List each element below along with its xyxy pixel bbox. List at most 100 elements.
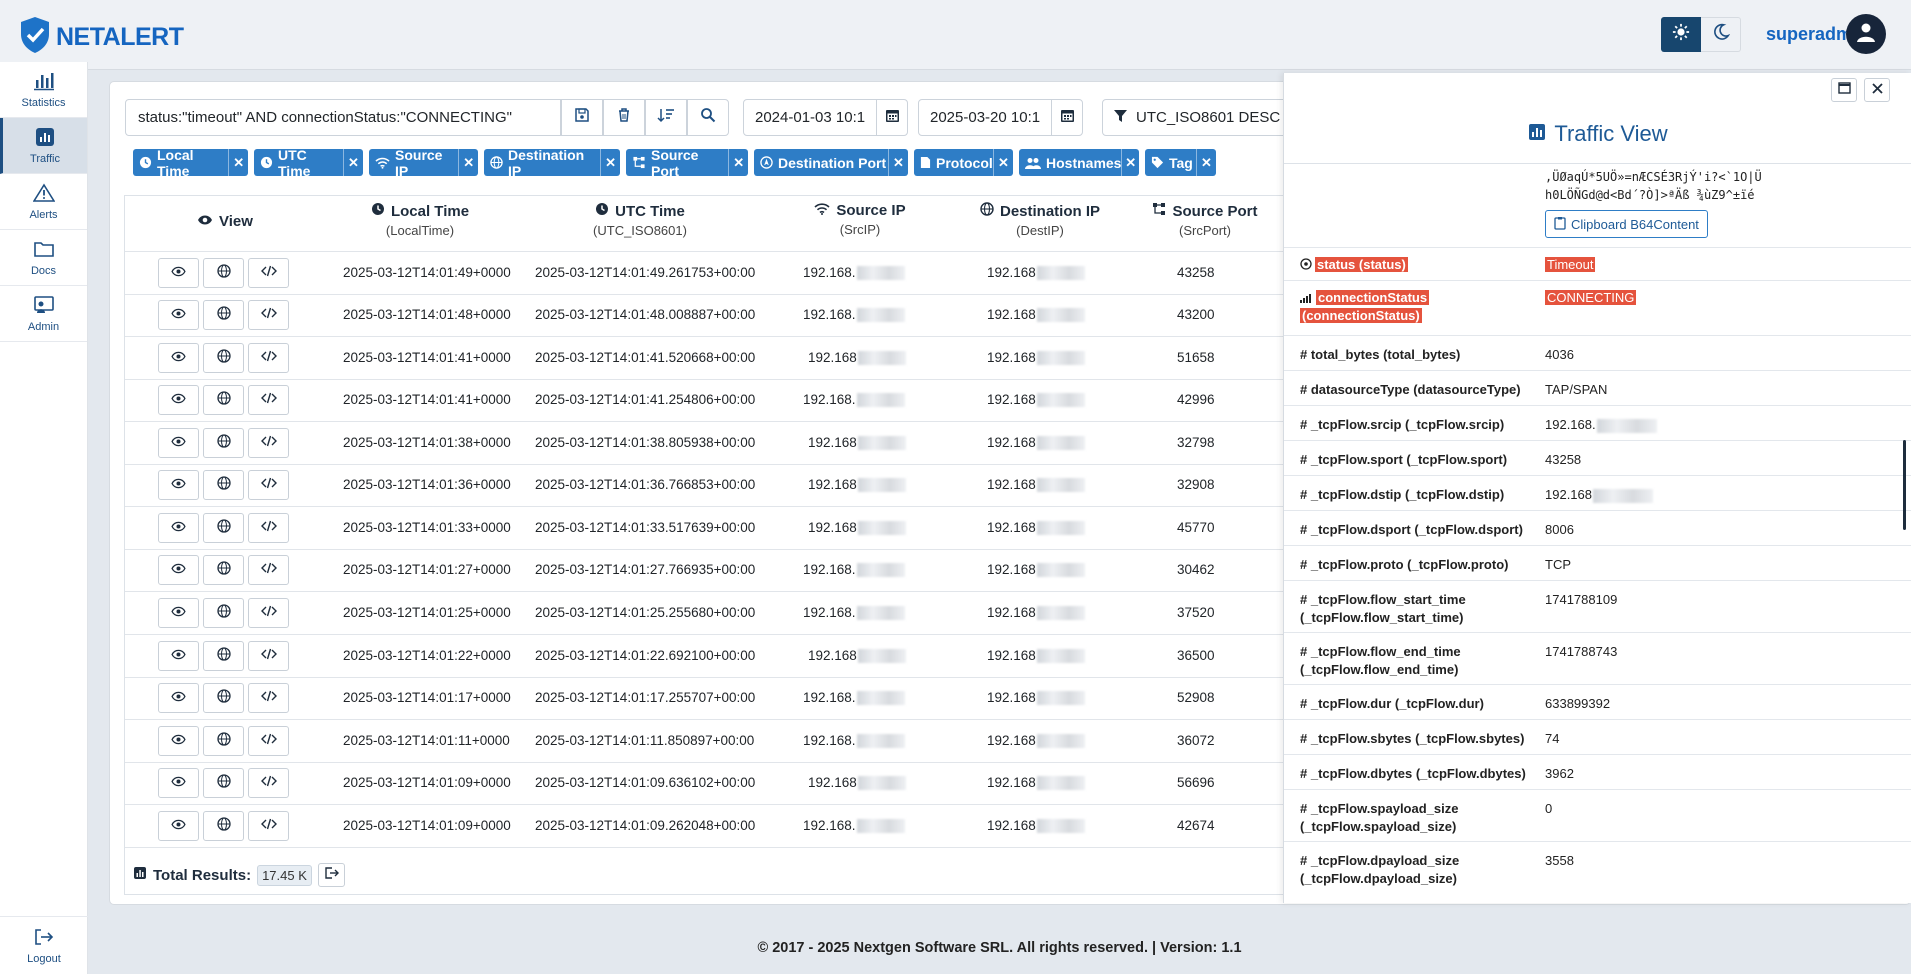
column-header-utc-time[interactable]: UTC Time (UTC_ISO8601) [540,202,740,239]
avatar[interactable] [1846,14,1886,54]
geo-button[interactable] [203,555,244,585]
table-row[interactable]: 2025-03-12T14:01:33+0000 2025-03-12T14:01… [125,507,1333,549]
view-button[interactable] [158,641,199,671]
close-icon[interactable]: ✕ [1196,149,1216,176]
dark-theme-button[interactable] [1701,17,1741,52]
table-row[interactable]: 2025-03-12T14:01:25+0000 2025-03-12T14:01… [125,592,1333,634]
view-button[interactable] [158,470,199,500]
code-button[interactable] [248,811,289,841]
column-header-source-port[interactable]: Source Port (SrcPort) [1135,202,1275,238]
close-icon[interactable]: ✕ [1121,149,1139,176]
chip-tag[interactable]: Tag ✕ [1145,149,1216,176]
table-row[interactable]: 2025-03-12T14:01:48+0000 2025-03-12T14:01… [125,294,1333,336]
date-from-picker[interactable] [876,99,908,136]
chip-protocol[interactable]: Protocol ✕ [914,149,1013,176]
table-row[interactable]: 2025-03-12T14:01:49+0000 2025-03-12T14:01… [125,252,1333,294]
logo[interactable]: NETALERT [18,15,184,60]
close-panel-button[interactable] [1864,78,1890,102]
view-button[interactable] [158,300,199,330]
sidebar-item-admin[interactable]: Admin [0,286,87,342]
table-row[interactable]: 2025-03-12T14:01:38+0000 2025-03-12T14:01… [125,422,1333,464]
view-button[interactable] [158,258,199,288]
column-header-destination-ip[interactable]: Destination IP (DestIP) [960,202,1120,238]
clear-query-button[interactable] [603,99,645,136]
table-row[interactable]: 2025-03-12T14:01:09+0000 2025-03-12T14:01… [125,805,1333,847]
date-to-input[interactable] [918,99,1052,136]
chip-source-port[interactable]: Source Port ✕ [626,147,748,179]
geo-button[interactable] [203,385,244,415]
code-button[interactable] [248,428,289,458]
code-button[interactable] [248,258,289,288]
table-row[interactable]: 2025-03-12T14:01:09+0000 2025-03-12T14:01… [125,762,1333,804]
chip-utc-time[interactable]: UTC Time ✕ [254,147,363,179]
table-row[interactable]: 2025-03-12T14:01:11+0000 2025-03-12T14:01… [125,720,1333,762]
sidebar-item-traffic[interactable]: Traffic [0,118,87,174]
light-theme-button[interactable] [1661,17,1701,52]
panel-scrollbar[interactable] [1903,440,1906,530]
geo-button[interactable] [203,726,244,756]
search-button[interactable] [687,99,729,136]
sidebar-item-alerts[interactable]: Alerts [0,174,87,230]
column-header-source-ip[interactable]: Source IP (SrcIP) [790,202,930,237]
sidebar-item-docs[interactable]: Docs [0,230,87,286]
table-row[interactable]: 2025-03-12T14:01:17+0000 2025-03-12T14:01… [125,677,1333,719]
view-button[interactable] [158,343,199,373]
maximize-button[interactable] [1831,78,1857,102]
chip-hostnames[interactable]: Hostnames ✕ [1019,149,1139,176]
code-button[interactable] [248,598,289,628]
geo-button[interactable] [203,258,244,288]
clipboard-b64-button[interactable]: Clipboard B64Content [1545,210,1708,238]
view-button[interactable] [158,555,199,585]
code-button[interactable] [248,726,289,756]
column-header-local-time[interactable]: Local Time (LocalTime) [330,202,510,238]
geo-button[interactable] [203,598,244,628]
table-row[interactable]: 2025-03-12T14:01:27+0000 2025-03-12T14:01… [125,549,1333,591]
sidebar-item-statistics[interactable]: Statistics [0,62,87,118]
geo-button[interactable] [203,513,244,543]
sort-button[interactable] [645,99,687,136]
view-button[interactable] [158,598,199,628]
close-icon[interactable]: ✕ [600,149,620,176]
table-row[interactable]: 2025-03-12T14:01:36+0000 2025-03-12T14:01… [125,464,1333,506]
code-button[interactable] [248,555,289,585]
close-icon[interactable]: ✕ [343,149,363,176]
geo-button[interactable] [203,300,244,330]
table-row[interactable]: 2025-03-12T14:01:41+0000 2025-03-12T14:01… [125,379,1333,421]
table-row[interactable]: 2025-03-12T14:01:22+0000 2025-03-12T14:01… [125,635,1333,677]
code-button[interactable] [248,343,289,373]
view-button[interactable] [158,768,199,798]
geo-button[interactable] [203,428,244,458]
chip-destination-ip[interactable]: Destination IP ✕ [484,147,620,179]
view-button[interactable] [158,513,199,543]
column-header-view[interactable]: View [160,213,290,230]
close-icon[interactable]: ✕ [888,149,908,176]
code-button[interactable] [248,513,289,543]
geo-button[interactable] [203,683,244,713]
close-icon[interactable]: ✕ [993,149,1013,176]
chip-local-time[interactable]: Local Time ✕ [133,147,248,179]
geo-button[interactable] [203,470,244,500]
code-button[interactable] [248,385,289,415]
close-icon[interactable]: ✕ [728,149,748,176]
export-button[interactable] [317,863,345,887]
geo-button[interactable] [203,343,244,373]
query-input[interactable] [125,99,561,136]
close-icon[interactable]: ✕ [228,149,248,176]
close-icon[interactable]: ✕ [458,149,478,176]
geo-button[interactable] [203,811,244,841]
code-button[interactable] [248,300,289,330]
geo-button[interactable] [203,768,244,798]
view-button[interactable] [158,683,199,713]
code-button[interactable] [248,683,289,713]
view-button[interactable] [158,385,199,415]
view-button[interactable] [158,811,199,841]
code-button[interactable] [248,470,289,500]
table-row[interactable]: 2025-03-12T14:01:41+0000 2025-03-12T14:01… [125,337,1333,379]
date-to-picker[interactable] [1051,99,1083,136]
geo-button[interactable] [203,641,244,671]
code-button[interactable] [248,641,289,671]
view-button[interactable] [158,428,199,458]
chip-destination-port[interactable]: Destination Port ✕ [754,149,908,176]
save-query-button[interactable] [561,99,603,136]
code-button[interactable] [248,768,289,798]
